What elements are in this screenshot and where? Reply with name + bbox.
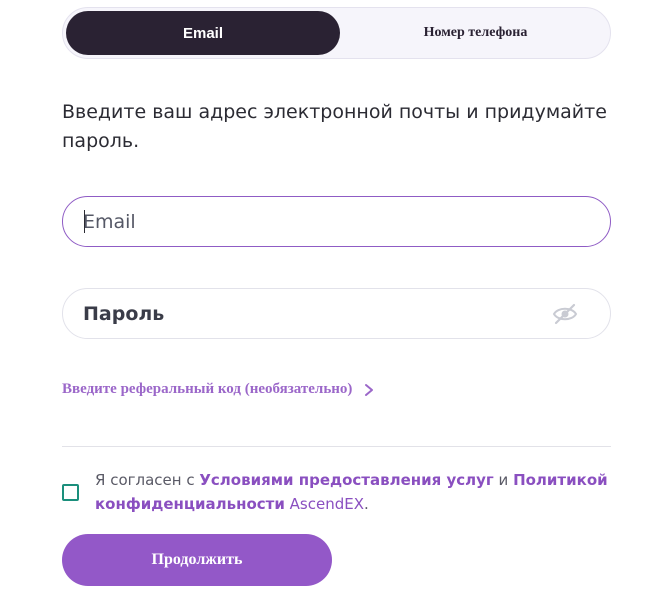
continue-button[interactable]: Продолжить [62, 534, 332, 586]
agreement-prefix: Я согласен с [95, 471, 200, 489]
email-field-container [62, 196, 611, 247]
instruction-text: Введите ваш адрес электронной почты и пр… [62, 101, 607, 152]
text-caret [84, 210, 85, 233]
password-field[interactable] [83, 289, 543, 338]
agreement-conjunction: и [493, 471, 514, 489]
referral-label: Введите реферальный код (необязательно) [62, 381, 353, 397]
divider [62, 446, 611, 447]
password-field-container [62, 288, 611, 339]
referral-code-toggle[interactable]: Введите реферальный код (необязательно) [62, 381, 376, 398]
chevron-right-icon [362, 382, 376, 398]
eye-slash-icon[interactable] [552, 302, 578, 326]
tab-email[interactable]: Email [66, 11, 340, 55]
brand-name: AscendEX [284, 495, 364, 513]
agreement-text: Я согласен с Условиями предоставления ус… [95, 468, 615, 516]
email-field[interactable] [83, 197, 543, 246]
agreement-suffix: . [364, 495, 369, 513]
tab-phone[interactable]: Номер телефона [343, 11, 608, 55]
auth-method-tabs: Email Номер телефона [62, 7, 611, 59]
terms-link[interactable]: Условиями предоставления услуг [199, 471, 493, 489]
agreement-checkbox[interactable] [62, 484, 79, 501]
